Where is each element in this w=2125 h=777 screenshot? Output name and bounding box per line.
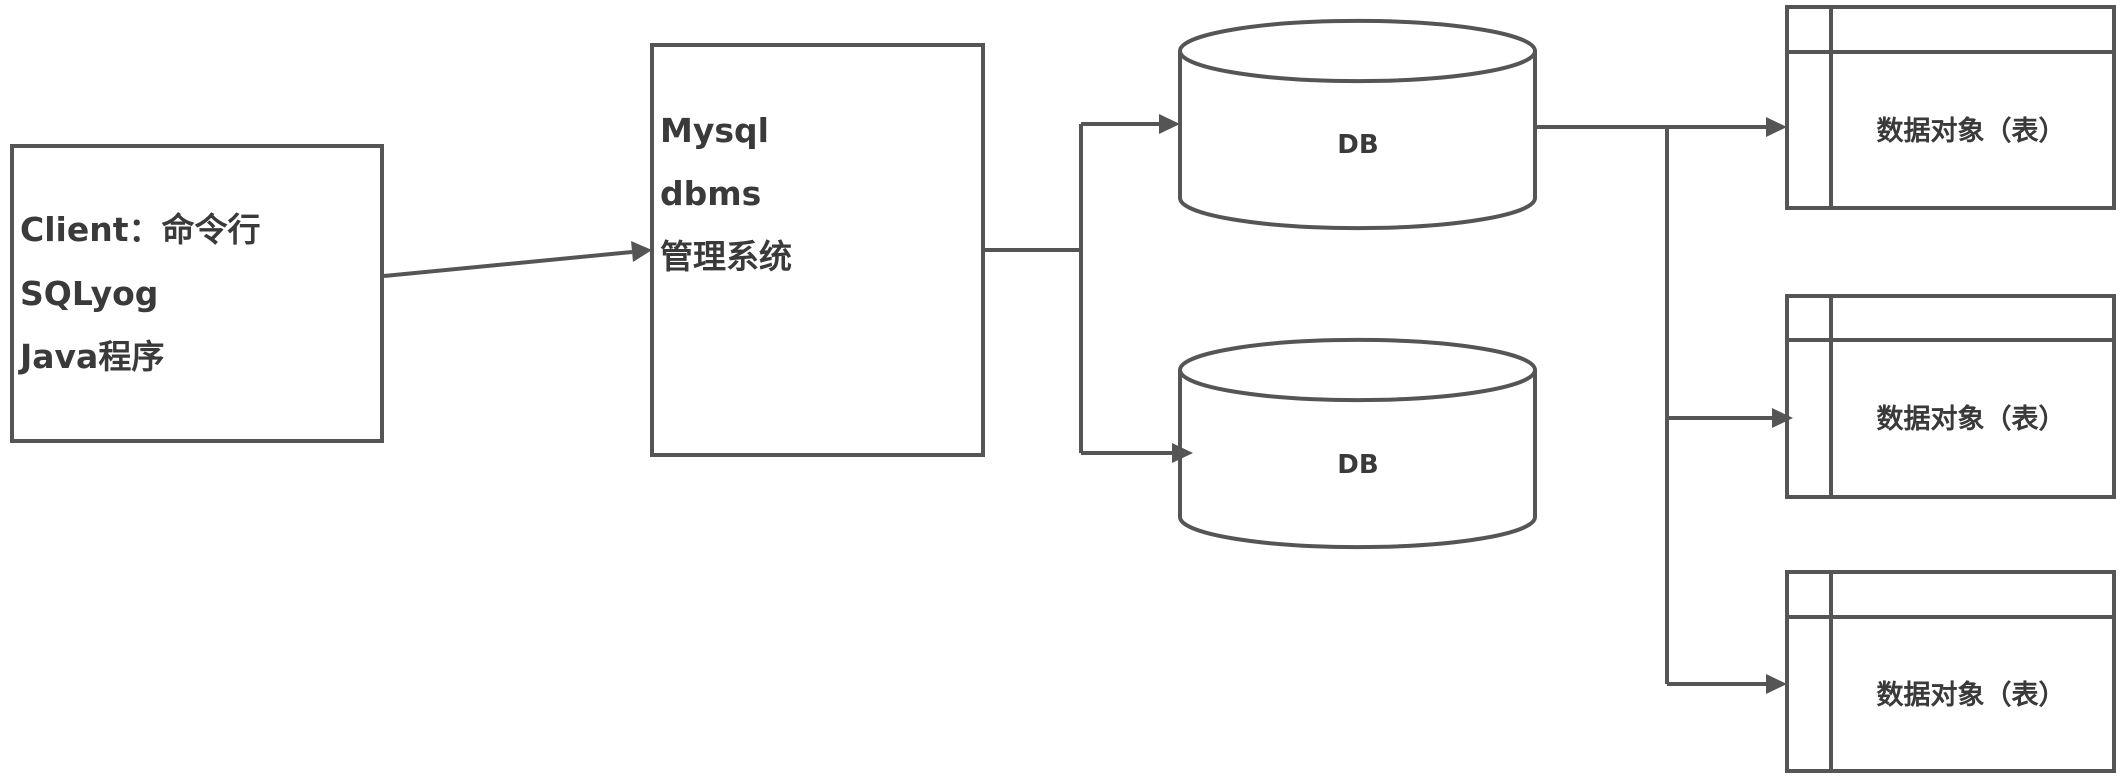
connector-db-to-tables bbox=[1537, 117, 1793, 694]
database-cylinder-2 bbox=[1178, 337, 1537, 550]
database-cylinder-1 bbox=[1178, 18, 1537, 231]
client-line-1: Client：命令行 bbox=[20, 210, 261, 249]
database-node-1: DB bbox=[1178, 18, 1537, 231]
architecture-diagram: Client：命令行 SQLyog Java程序 Mysql dbms 管理系统… bbox=[10, 5, 2116, 773]
database-label-1: DB bbox=[1337, 130, 1378, 160]
dbms-line-2: dbms bbox=[660, 174, 761, 213]
table-box-1 bbox=[1785, 5, 2116, 210]
arrowhead-table3 bbox=[1766, 674, 1787, 694]
table-label-2: 数据对象（表） bbox=[1877, 403, 2066, 435]
table-node-2: 数据对象（表） bbox=[1785, 294, 2116, 499]
table-label-3: 数据对象（表） bbox=[1877, 679, 2066, 711]
table-node-1: 数据对象（表） bbox=[1785, 5, 2116, 210]
client-line-3: Java程序 bbox=[18, 337, 164, 376]
table-box-3 bbox=[1785, 570, 2116, 773]
arrowhead-db1 bbox=[1159, 114, 1180, 134]
arrowhead-table1 bbox=[1766, 117, 1787, 137]
client-line-2: SQLyog bbox=[20, 274, 158, 313]
table-node-3: 数据对象（表） bbox=[1785, 570, 2116, 773]
dbms-line-3: 管理系统 bbox=[660, 237, 792, 276]
table-box-2 bbox=[1785, 294, 2116, 499]
dbms-node: Mysql dbms 管理系统 bbox=[650, 43, 985, 457]
connector-dbms-to-databases bbox=[984, 114, 1193, 463]
table-label-1: 数据对象（表） bbox=[1877, 115, 2066, 147]
arrowhead-dbms bbox=[631, 241, 652, 262]
client-node: Client：命令行 SQLyog Java程序 bbox=[10, 144, 384, 443]
database-label-2: DB bbox=[1337, 450, 1378, 480]
connector-client-to-dbms bbox=[383, 241, 652, 278]
dbms-line-1: Mysql bbox=[660, 111, 769, 150]
connector-line-client-dbms bbox=[383, 250, 633, 278]
database-node-2: DB bbox=[1178, 337, 1537, 550]
